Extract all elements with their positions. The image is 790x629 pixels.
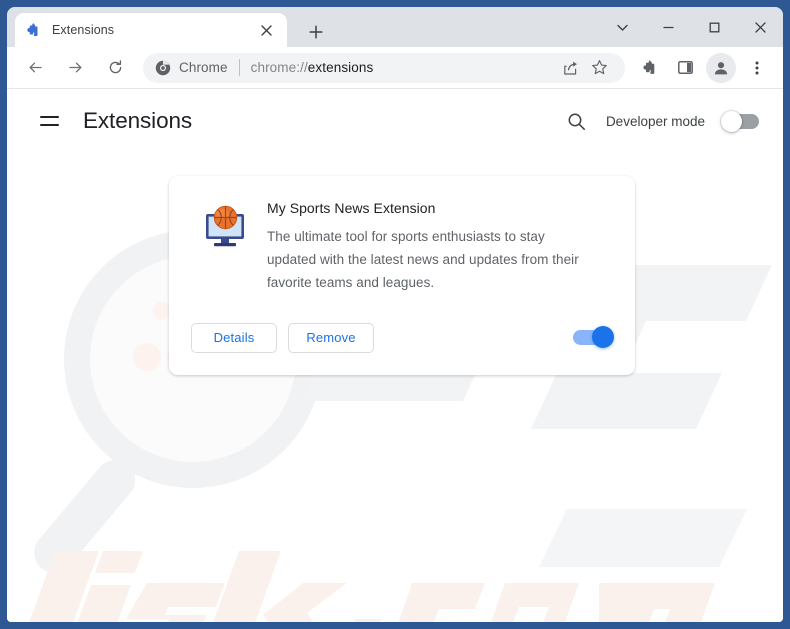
hamburger-menu-icon[interactable]: [33, 105, 65, 137]
new-tab-button[interactable]: [303, 19, 329, 45]
window-controls: [599, 7, 783, 47]
tab-title: Extensions: [52, 23, 115, 37]
reload-button[interactable]: [100, 53, 130, 83]
extensions-list: My Sports News Extension The ultimate to…: [7, 153, 783, 375]
reload-icon: [109, 60, 121, 74]
browser-tab-extensions[interactable]: Extensions: [15, 13, 287, 47]
tab-close-icon[interactable]: [255, 19, 277, 41]
extensions-button[interactable]: [634, 53, 664, 83]
arrow-left-icon: [29, 62, 42, 73]
extensions-page: Extensions Developer mode My Sports News…: [7, 89, 783, 622]
chevron-down-icon: [616, 24, 628, 31]
extension-card: My Sports News Extension The ultimate to…: [169, 176, 635, 375]
share-icon: [564, 61, 577, 75]
toggle-knob: [721, 110, 742, 132]
window-close-button[interactable]: [737, 9, 783, 45]
minimize-button[interactable]: [645, 9, 691, 45]
avatar-icon: [714, 61, 728, 74]
minimize-icon: [662, 26, 674, 28]
page-title: Extensions: [83, 108, 193, 133]
omnibox-url: chrome://extensions: [251, 60, 374, 75]
close-icon: [754, 21, 766, 33]
remove-button[interactable]: Remove: [288, 322, 374, 353]
details-button[interactable]: Details: [191, 322, 277, 353]
back-button[interactable]: [20, 53, 50, 83]
header-actions: Developer mode: [562, 106, 759, 136]
forward-button[interactable]: [60, 53, 90, 83]
extension-card-top: My Sports News Extension The ultimate to…: [191, 198, 613, 299]
maximize-icon: [709, 22, 719, 32]
plus-icon: [309, 25, 323, 39]
omnibox-url-path: extensions: [307, 60, 374, 75]
search-icon: [568, 113, 586, 130]
chrome-logo-icon: [155, 60, 171, 75]
omnibox-actions: [551, 54, 613, 82]
star-icon: [591, 60, 607, 75]
extension-card-actions: Details Remove: [191, 299, 614, 375]
browser-window-frame: Extensions Chrome chrome://extensions Ex…: [0, 0, 790, 629]
toggle-knob: [592, 326, 614, 349]
extension-name: My Sports News Extension: [267, 200, 436, 216]
extension-enabled-toggle[interactable]: [573, 326, 614, 349]
omnibox-chrome-label: Chrome: [179, 60, 228, 75]
profile-button[interactable]: [706, 52, 736, 83]
maximize-button[interactable]: [691, 9, 737, 45]
omnibox-url-scheme: chrome://: [250, 60, 308, 75]
tab-strip: Extensions: [7, 7, 783, 47]
arrow-right-icon: [68, 62, 81, 73]
puzzle-piece-icon: [27, 23, 38, 36]
basketball-monitor-icon: [206, 205, 244, 247]
browser-window: Extensions Chrome chrome://extensions Ex…: [7, 7, 783, 622]
extension-description: The ultimate tool for sports enthusiasts…: [267, 229, 579, 291]
side-panel-button[interactable]: [670, 53, 700, 83]
omnibox-separator: [238, 59, 240, 76]
address-bar[interactable]: Chrome chrome://extensions: [143, 52, 625, 83]
chrome-menu-button[interactable]: [742, 53, 772, 83]
share-button[interactable]: [557, 54, 585, 82]
tab-search-button[interactable]: [599, 9, 645, 45]
bookmark-button[interactable]: [585, 54, 613, 82]
developer-mode-toggle[interactable]: [721, 110, 759, 132]
search-button[interactable]: [562, 106, 592, 136]
side-panel-icon: [677, 61, 693, 74]
extensions-header: Extensions Developer mode: [7, 89, 783, 153]
browser-toolbar: Chrome chrome://extensions: [7, 47, 783, 89]
developer-mode-label: Developer mode: [605, 113, 705, 129]
three-dot-menu-icon: [755, 61, 759, 74]
puzzle-piece-icon: [642, 60, 654, 74]
extension-card-text: My Sports News Extension The ultimate to…: [267, 198, 613, 295]
